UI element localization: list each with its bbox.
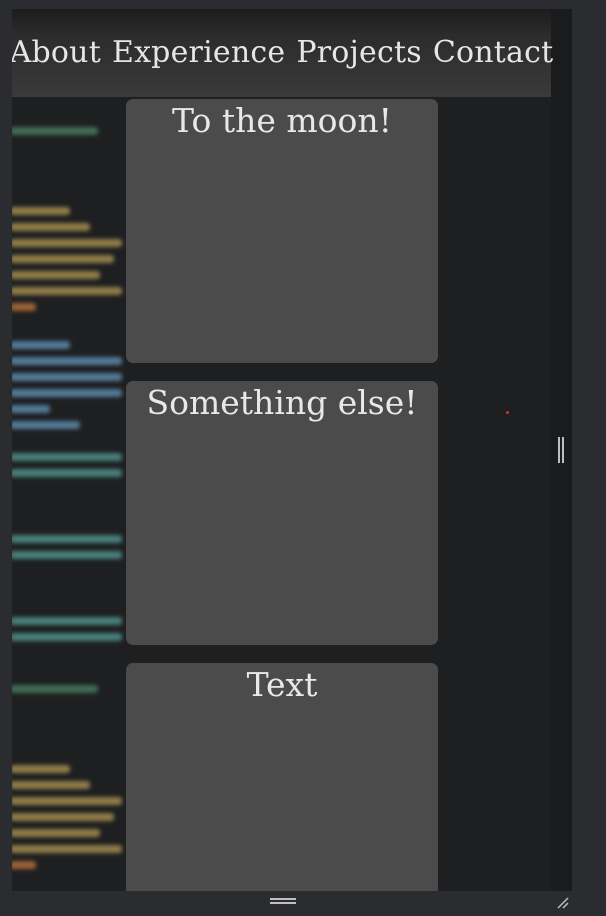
code-line <box>12 357 122 365</box>
code-line <box>12 829 100 837</box>
code-line <box>12 535 122 543</box>
code-line <box>12 781 90 789</box>
code-line <box>12 797 122 805</box>
project-card-3[interactable]: Text <box>126 663 438 891</box>
code-line <box>12 405 50 413</box>
code-line <box>12 453 122 461</box>
code-line <box>12 845 122 853</box>
code-line <box>12 287 122 295</box>
horizontal-resize-handle-icon[interactable] <box>270 898 296 905</box>
code-line <box>12 271 100 279</box>
resize-corner-icon[interactable] <box>556 896 570 910</box>
code-line <box>12 685 98 693</box>
code-line <box>12 551 122 559</box>
project-card-title: To the moon! <box>172 101 392 140</box>
vertical-resize-handle-icon[interactable] <box>558 437 564 463</box>
code-line <box>12 813 114 821</box>
code-line <box>12 633 122 641</box>
cursor-dot <box>506 411 509 414</box>
top-navigation: About Experience Projects Contact <box>12 9 554 97</box>
code-line <box>12 303 36 311</box>
project-card-1[interactable]: To the moon! <box>126 99 438 363</box>
code-line <box>12 255 114 263</box>
code-line <box>12 421 80 429</box>
project-card-2[interactable]: Something else! <box>126 381 438 645</box>
project-card-title: Something else! <box>146 383 418 422</box>
nav-link-contact[interactable]: Contact <box>433 38 554 68</box>
project-card-title: Text <box>246 665 318 704</box>
code-line <box>12 341 70 349</box>
code-line <box>12 127 98 135</box>
code-line <box>12 617 122 625</box>
code-line <box>12 765 70 773</box>
code-line <box>12 223 90 231</box>
code-line <box>12 239 122 247</box>
code-line <box>12 207 70 215</box>
code-line <box>12 373 122 381</box>
code-line <box>12 469 122 477</box>
device-viewport: To the moon! Something else! Text About … <box>12 9 572 891</box>
nav-link-experience[interactable]: Experience <box>112 38 285 68</box>
window-background: To the moon! Something else! Text About … <box>0 0 606 916</box>
nav-link-about[interactable]: About <box>12 38 101 68</box>
blurred-code-background: To the moon! Something else! Text <box>12 97 551 891</box>
code-line <box>12 861 36 869</box>
nav-link-projects[interactable]: Projects <box>296 38 422 68</box>
code-line <box>12 389 122 397</box>
